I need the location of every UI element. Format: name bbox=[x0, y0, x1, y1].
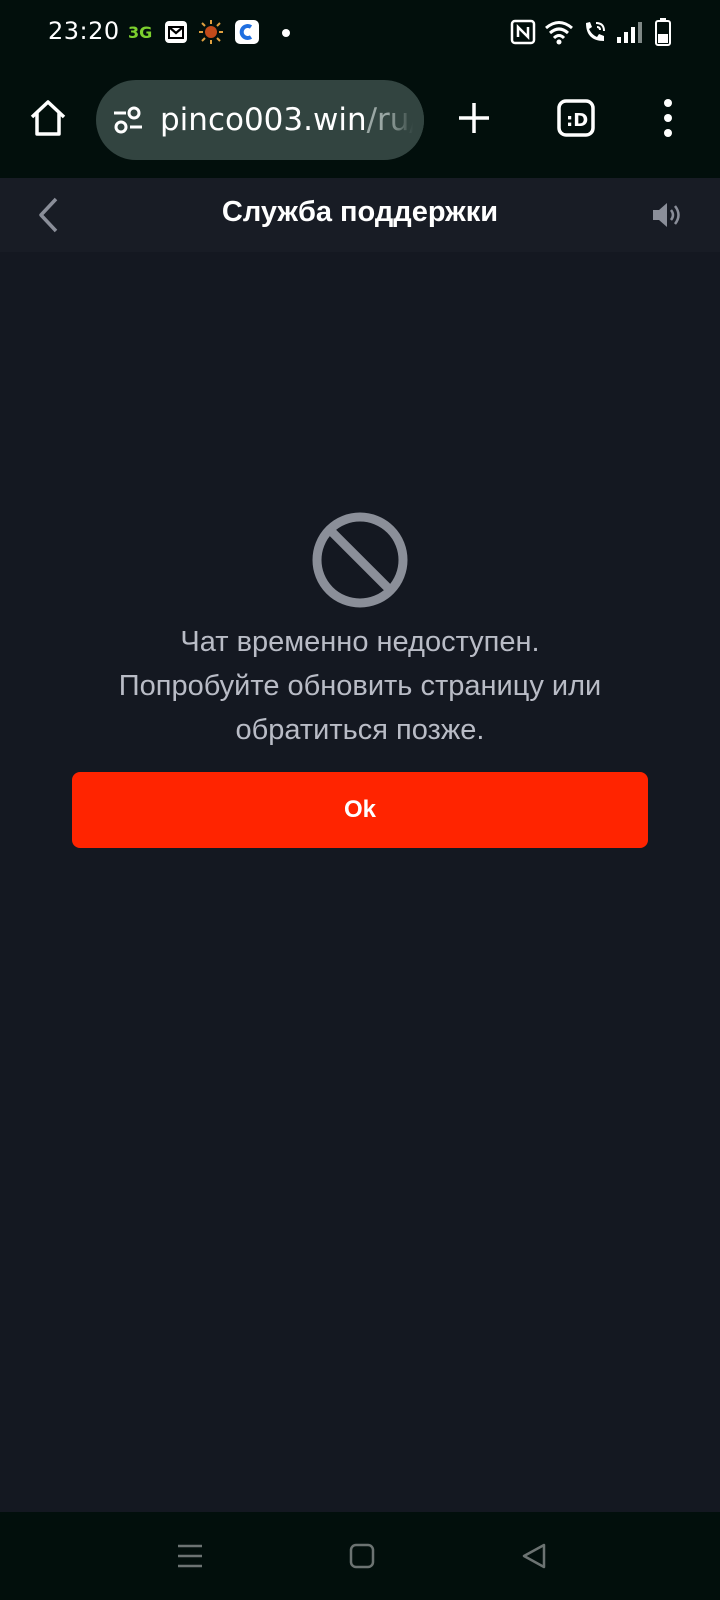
ok-button[interactable]: Ok bbox=[72, 772, 648, 848]
url-fade bbox=[388, 80, 424, 160]
gmail-icon bbox=[165, 21, 187, 43]
url-bar[interactable]: pinco003.win/ru/ bbox=[96, 80, 424, 160]
error-message: Чат временно недоступен. Попробуйте обно… bbox=[40, 620, 680, 752]
sound-icon[interactable] bbox=[650, 200, 686, 230]
browser-app-icon bbox=[235, 20, 259, 44]
home-icon[interactable] bbox=[28, 98, 68, 138]
page-header: Служба поддержки bbox=[0, 178, 720, 252]
tab-switcher-icon[interactable]: :D bbox=[556, 98, 596, 138]
status-time: 23:20 bbox=[48, 17, 120, 45]
app-3g-icon: 3G bbox=[128, 23, 152, 42]
system-nav-bar bbox=[0, 1512, 720, 1600]
svg-text::D: :D bbox=[566, 110, 588, 131]
nfc-icon bbox=[510, 19, 536, 45]
back-triangle-icon[interactable] bbox=[520, 1542, 548, 1570]
error-message-line: Попробуйте обновить страницу или bbox=[118, 670, 602, 702]
dot-icon bbox=[282, 29, 290, 37]
page-title: Служба поддержки bbox=[221, 196, 499, 228]
battery-icon bbox=[655, 18, 671, 46]
signal-icon bbox=[617, 22, 642, 43]
error-message-line: обратиться позже. bbox=[235, 714, 485, 746]
wifi-icon bbox=[545, 21, 573, 45]
more-menu-icon[interactable] bbox=[660, 98, 676, 138]
chat-content: Чат временно недоступен. Попробуйте обно… bbox=[0, 252, 720, 1512]
site-settings-icon[interactable] bbox=[112, 104, 144, 136]
blocked-icon bbox=[312, 512, 408, 608]
sun-app-icon bbox=[199, 20, 223, 44]
error-message-line: Чат временно недоступен. bbox=[180, 626, 540, 658]
menu-lines-icon[interactable] bbox=[176, 1542, 204, 1570]
new-tab-icon[interactable] bbox=[456, 100, 492, 136]
svg-text:3G: 3G bbox=[128, 23, 152, 42]
home-square-icon[interactable] bbox=[348, 1542, 376, 1570]
browser-toolbar: pinco003.win/ru/ :D bbox=[0, 64, 720, 178]
url-domain: pinco003.win bbox=[160, 102, 367, 138]
url-text: pinco003.win/ru/ bbox=[160, 102, 420, 138]
status-bar: 23:20 3G bbox=[0, 0, 720, 64]
wifi-calling-icon bbox=[586, 22, 605, 41]
